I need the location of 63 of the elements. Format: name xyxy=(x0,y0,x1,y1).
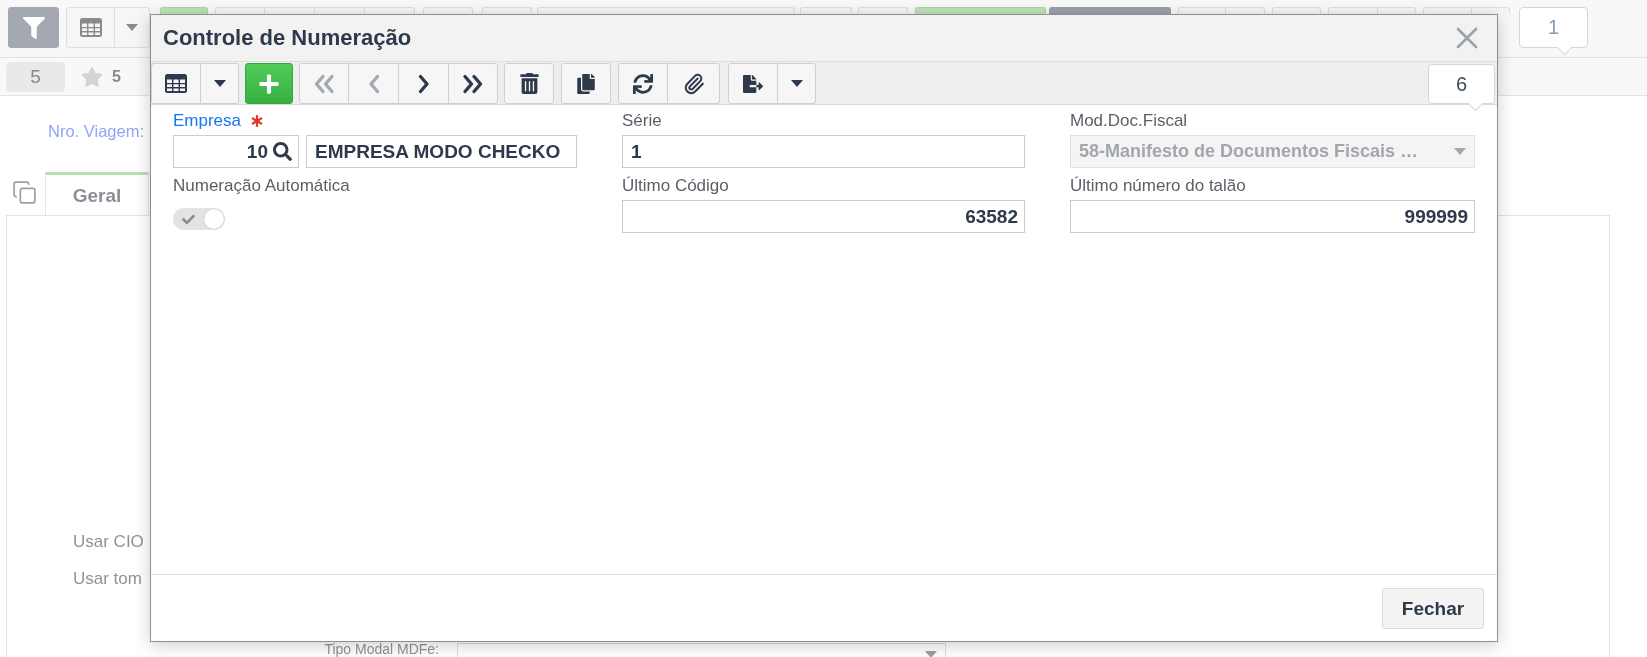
copy-icon[interactable] xyxy=(12,180,37,205)
add-button[interactable] xyxy=(245,63,293,104)
refresh-button[interactable] xyxy=(618,63,668,104)
chevron-left-icon xyxy=(367,73,380,94)
field-label: Numeração Automática xyxy=(173,175,350,197)
delete-button[interactable] xyxy=(504,63,554,104)
field-label: Usar CIO xyxy=(73,532,144,552)
toolbar-button[interactable] xyxy=(1049,7,1171,14)
table-view-button[interactable] xyxy=(151,63,201,104)
text-field[interactable]: 1 xyxy=(622,135,1025,168)
name-field[interactable]: EMPRESA MODO CHECKO xyxy=(306,135,577,168)
check-icon xyxy=(182,213,195,226)
export-button[interactable] xyxy=(728,63,778,104)
field-label: Tipo Modal MDFe: xyxy=(323,642,439,656)
close-icon xyxy=(1456,27,1478,49)
close-button[interactable] xyxy=(1456,27,1478,49)
star-icon[interactable] xyxy=(81,65,103,88)
field-label: Empresa xyxy=(173,110,242,132)
field-label: Série xyxy=(622,110,662,132)
number-field[interactable]: 63582 xyxy=(622,200,1025,233)
caret-down-icon xyxy=(1454,148,1466,155)
filter-button[interactable] xyxy=(8,7,59,48)
copy-button[interactable] xyxy=(561,63,611,104)
field-label: Usar tom xyxy=(73,569,142,589)
count-bubble: 1 xyxy=(1519,7,1588,56)
number-field[interactable]: 999999 xyxy=(1070,200,1475,233)
favorites-count: 5 xyxy=(112,67,121,86)
toolbar-button[interactable] xyxy=(915,7,1046,14)
record-count-bubble: 6 xyxy=(1428,64,1495,112)
double-chevron-left-icon xyxy=(313,73,335,94)
code-value: 10 xyxy=(246,140,268,163)
select-value: 58-Manifesto de Documentos Fiscais … xyxy=(1079,141,1419,162)
table-icon xyxy=(165,74,187,93)
refresh-icon xyxy=(633,73,653,94)
trash-icon xyxy=(518,73,540,94)
paperclip-icon xyxy=(682,72,705,95)
dropdown-button[interactable] xyxy=(778,63,816,104)
field-label: Nro. Viagem: xyxy=(48,122,144,140)
next-record-button[interactable] xyxy=(399,63,449,104)
plus-icon xyxy=(258,72,280,95)
field-label: Último número do talão xyxy=(1070,175,1246,197)
double-chevron-right-icon xyxy=(462,73,484,94)
toolbar-button[interactable] xyxy=(160,7,208,14)
documents-icon xyxy=(576,73,596,94)
dropdown-button[interactable] xyxy=(201,63,239,104)
code-field[interactable]: 10 xyxy=(173,135,299,168)
attach-button[interactable] xyxy=(668,63,720,104)
chevron-right-icon xyxy=(417,73,430,94)
close-dialog-button[interactable]: Fechar xyxy=(1382,588,1484,629)
search-icon[interactable] xyxy=(273,142,292,161)
last-record-button[interactable] xyxy=(449,63,498,104)
table-icon xyxy=(79,18,102,37)
required-icon xyxy=(251,115,264,127)
caret-down-icon xyxy=(126,24,138,31)
field-label: Último Código xyxy=(622,175,729,197)
filter-icon xyxy=(22,16,45,39)
caret-down-icon xyxy=(790,80,803,87)
caret-down-icon xyxy=(213,80,226,87)
file-arrow-icon xyxy=(743,73,763,94)
field-label: Mod.Doc.Fiscal xyxy=(1070,110,1188,132)
dialog-title: Controle de Numeração xyxy=(163,25,412,51)
caret-down-icon xyxy=(925,651,937,657)
count-badge: 5 xyxy=(6,61,65,92)
